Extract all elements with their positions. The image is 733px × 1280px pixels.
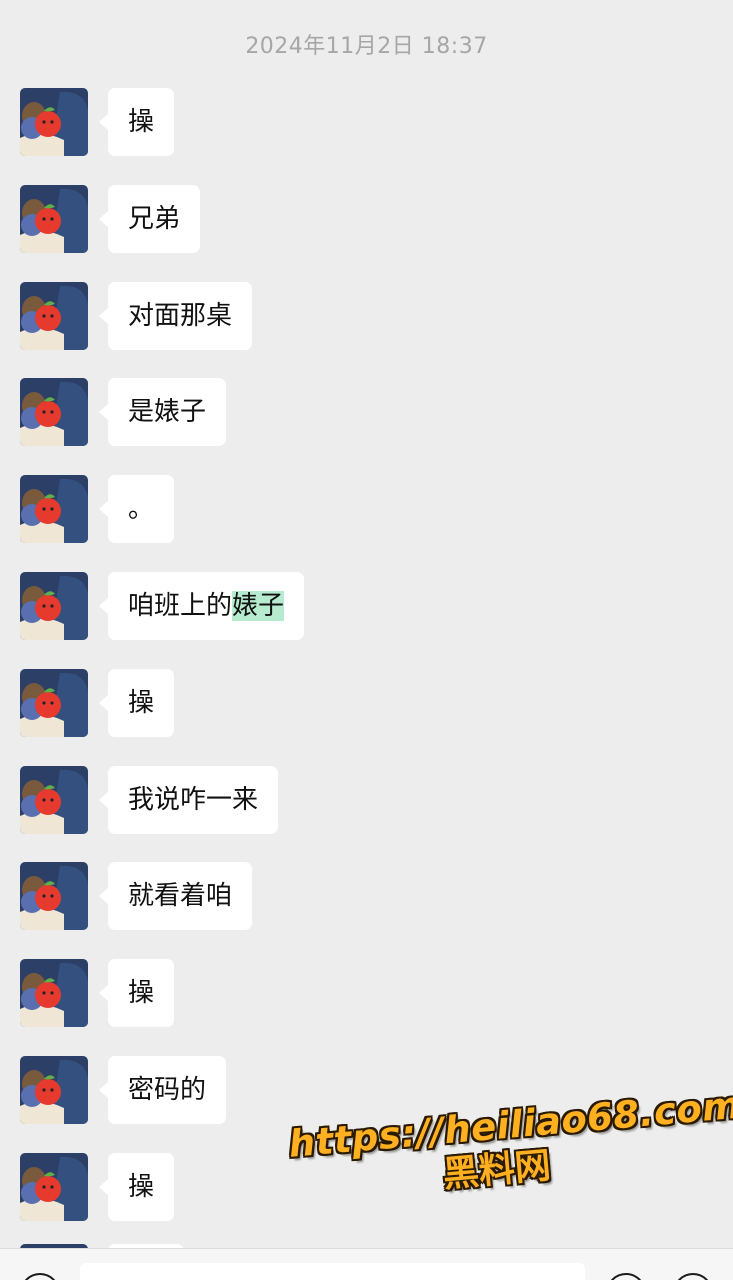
avatar-image — [20, 184, 88, 253]
highlighted-text[interactable]: 婊子 — [232, 590, 285, 621]
message-row: 是婊子 — [0, 378, 733, 447]
message-row: 操 — [0, 88, 733, 156]
avatar-image — [20, 765, 88, 834]
message-text: 。 — [128, 494, 155, 525]
message-row: 操 — [0, 959, 733, 1028]
avatar-image — [20, 959, 88, 1028]
avatar[interactable] — [20, 668, 88, 737]
message-text: 就看着咱 — [128, 881, 233, 912]
avatar[interactable] — [20, 378, 88, 447]
message-row: 操 — [0, 668, 733, 737]
plus-icon[interactable] — [673, 1273, 713, 1280]
message-text: 对面那桌 — [128, 300, 233, 331]
message-text: 操 — [128, 687, 155, 718]
message-bubble[interactable]: 。 — [98, 475, 175, 544]
message-bubble[interactable]: 密码的 — [98, 1055, 227, 1124]
avatar[interactable] — [20, 862, 88, 931]
avatar[interactable] — [20, 1055, 88, 1124]
avatar[interactable] — [20, 88, 88, 156]
avatar[interactable] — [20, 475, 88, 544]
message-bubble[interactable]: 对面那桌 — [98, 281, 253, 350]
avatar[interactable] — [20, 184, 88, 253]
message-bubble[interactable]: 咱班上的婊子 — [98, 571, 305, 640]
message-bubble[interactable]: 操 — [98, 959, 175, 1028]
message-bubble[interactable]: 操 — [98, 88, 175, 156]
message-bubble[interactable]: 是婊子 — [98, 378, 227, 447]
message-text: 操 — [128, 1171, 155, 1202]
avatar-image — [20, 475, 88, 544]
avatar-image — [20, 668, 88, 737]
message-text: 是婊子 — [128, 397, 207, 428]
voice-icon[interactable] — [20, 1273, 60, 1280]
message-bubble[interactable]: 兄弟 — [98, 184, 201, 253]
avatar-image — [20, 571, 88, 640]
message-bubble[interactable]: 就看着咱 — [98, 862, 253, 931]
message-bubble[interactable]: 操 — [98, 1152, 175, 1221]
avatar-image — [20, 862, 88, 931]
avatar[interactable] — [20, 281, 88, 350]
input-bar — [0, 1248, 733, 1280]
message-text: 操 — [128, 107, 155, 137]
avatar-image — [20, 1055, 88, 1124]
avatar-image — [20, 378, 88, 447]
avatar[interactable] — [20, 765, 88, 834]
avatar[interactable] — [20, 959, 88, 1028]
message-bubble[interactable]: 我说咋一来 — [98, 765, 279, 834]
avatar[interactable] — [20, 571, 88, 640]
chat-screen: 2024年11月2日 18:37 操 兄弟 对面那桌 是婊子 。 咱班上的婊子 — [0, 0, 733, 1280]
message-row: 咱班上的婊子 — [0, 571, 733, 640]
avatar-image — [20, 281, 88, 350]
message-row: 对面那桌 — [0, 281, 733, 350]
message-text: 密码的 — [128, 1074, 207, 1105]
message-text: 我说咋一来 — [128, 784, 259, 815]
message-input[interactable] — [80, 1263, 585, 1280]
avatar[interactable] — [20, 1152, 88, 1221]
message-timestamp: 2024年11月2日 18:37 — [245, 34, 488, 59]
message-text: 操 — [128, 978, 155, 1009]
message-row: 。 — [0, 475, 733, 544]
message-text: 兄弟 — [128, 203, 181, 234]
message-row: 我说咋一来 — [0, 765, 733, 834]
message-row: 就看着咱 — [0, 862, 733, 931]
avatar-image — [20, 1152, 88, 1221]
message-bubble[interactable]: 操 — [98, 668, 175, 737]
emoji-icon[interactable] — [606, 1273, 646, 1280]
message-text: 咱班上的 — [128, 590, 233, 621]
avatar-image — [20, 88, 88, 156]
message-row: 兄弟 — [0, 184, 733, 253]
message-list[interactable]: 操 兄弟 对面那桌 是婊子 。 咱班上的婊子 操 我说咋一来 就看着咱 操 密码… — [0, 88, 733, 1250]
